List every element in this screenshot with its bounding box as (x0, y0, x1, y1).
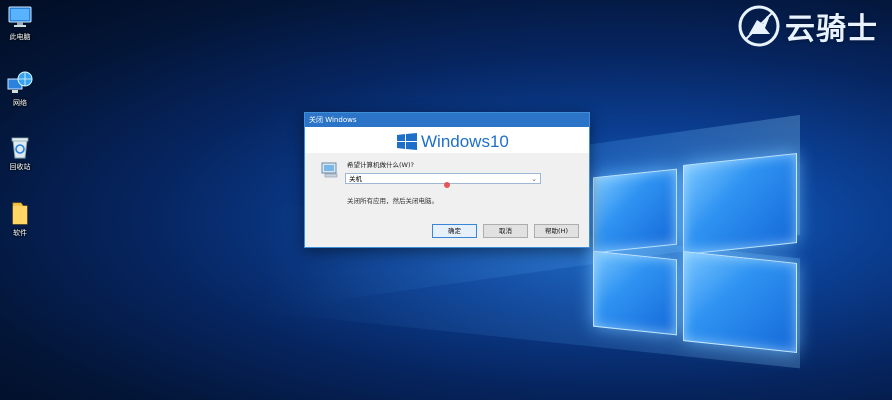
ok-button[interactable]: 确定 (432, 224, 477, 238)
knight-logo-icon (738, 5, 780, 47)
desktop-icon-network[interactable]: 网络 (2, 70, 38, 108)
network-icon (7, 70, 33, 96)
desktop-icon-label: 网络 (13, 99, 27, 107)
logo-pane-top-left (593, 168, 677, 254)
shutdown-dialog: 关闭 Windows Windows10 希望计算机做什么(W)? 关机 ⌄ 关… (304, 112, 590, 248)
desktop-icon-label: 回收站 (9, 163, 31, 171)
computer-icon (7, 4, 33, 30)
recycle-bin-icon (7, 134, 33, 160)
logo-pane-top-right (683, 153, 797, 255)
windows-logo-icon (397, 133, 417, 150)
shutdown-option-select[interactable]: 关机 ⌄ (345, 173, 541, 184)
logo-pane-bottom-right (683, 251, 797, 353)
brand-text: 云骑士 (785, 12, 878, 47)
selected-option: 关机 (349, 175, 362, 183)
desktop-icon-this-pc[interactable]: 此电脑 (2, 4, 38, 42)
help-button[interactable]: 帮助(H) (534, 224, 579, 238)
dialog-banner: Windows10 (305, 127, 589, 153)
banner-text: Windows10 (421, 132, 509, 151)
desktop-icon-label: 软件 (13, 229, 27, 237)
dialog-button-row: 确定 取消 帮助(H) (432, 224, 579, 238)
desktop-icon-label: 此电脑 (9, 33, 31, 41)
desktop-icon-recycle-bin[interactable]: 回收站 (2, 134, 38, 172)
option-description: 关闭所有应用，然后关闭电脑。 (347, 197, 438, 205)
desktop-icon-software-folder[interactable]: 软件 (2, 200, 38, 238)
shutdown-prompt: 希望计算机做什么(W)? (347, 161, 414, 169)
dialog-title: 关闭 Windows (305, 113, 589, 127)
brand-watermark: 云骑士 (737, 4, 878, 48)
computer-icon (321, 162, 338, 178)
cancel-button[interactable]: 取消 (483, 224, 528, 238)
logo-pane-bottom-left (593, 250, 677, 336)
folder-icon (7, 200, 33, 226)
mouse-cursor-highlight (444, 182, 450, 188)
windows-wallpaper-logo (585, 145, 800, 355)
chevron-down-icon: ⌄ (531, 175, 537, 183)
